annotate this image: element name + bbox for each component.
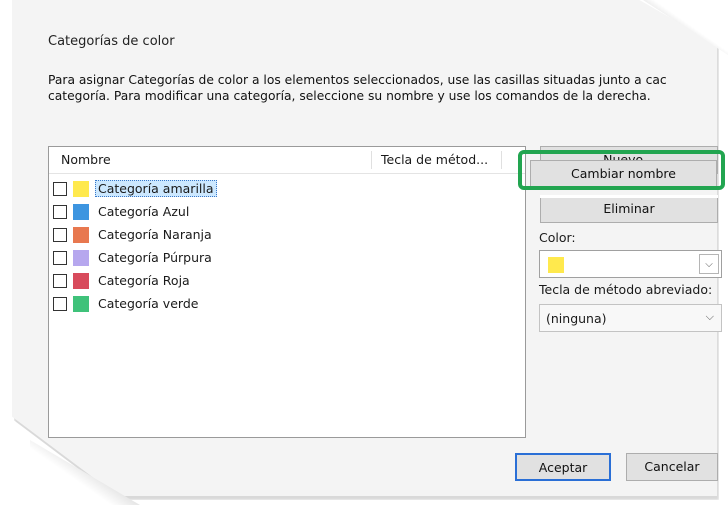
list-item[interactable]: Categoría amarilla — [53, 177, 217, 200]
color-label: Color: — [539, 230, 576, 245]
color-swatch — [73, 272, 89, 289]
category-label[interactable]: Categoría amarilla — [95, 180, 217, 197]
list-item[interactable]: Categoría Púrpura — [53, 246, 217, 269]
list-item[interactable]: Categoría verde — [53, 292, 217, 315]
category-checkbox[interactable] — [53, 181, 67, 196]
column-separator — [501, 151, 502, 169]
category-checkbox[interactable] — [53, 204, 67, 219]
color-picker[interactable]: ⌵ — [539, 250, 722, 278]
selected-color-swatch — [548, 257, 564, 273]
color-swatch — [73, 226, 89, 243]
category-label[interactable]: Categoría verde — [95, 295, 201, 312]
category-label[interactable]: Categoría Naranja — [95, 226, 215, 243]
category-checkbox[interactable] — [53, 227, 67, 242]
color-swatch — [73, 203, 89, 220]
chevron-down-icon[interactable]: ⌵ — [699, 254, 719, 274]
instructions-text: Para asignar Categorías de color a los e… — [48, 72, 718, 104]
column-header-name[interactable]: Nombre — [61, 152, 111, 167]
category-checkbox[interactable] — [53, 296, 67, 311]
color-swatch — [73, 295, 89, 312]
shortcut-label: Tecla de método abreviado: — [539, 282, 713, 297]
shortcut-value: (ninguna) — [546, 311, 607, 326]
category-label[interactable]: Categoría Roja — [95, 272, 193, 289]
category-label[interactable]: Categoría Azul — [95, 203, 192, 220]
color-swatch — [73, 180, 89, 197]
column-separator — [371, 151, 372, 169]
delete-button[interactable]: Eliminar — [540, 195, 718, 223]
category-checkbox[interactable] — [53, 273, 67, 288]
column-header-shortcut[interactable]: Tecla de métod... — [381, 152, 488, 167]
instructions-line-2: categoría. Para modificar una categoría,… — [48, 89, 651, 103]
list-item[interactable]: Categoría Azul — [53, 200, 217, 223]
instructions-line-1: Para asignar Categorías de color a los e… — [48, 73, 667, 87]
list-item[interactable]: Categoría Roja — [53, 269, 217, 292]
category-checkbox[interactable] — [53, 250, 67, 265]
category-label[interactable]: Categoría Púrpura — [95, 249, 215, 266]
dialog-title: Categorías de color — [48, 34, 175, 49]
category-list[interactable]: Nombre Tecla de métod... Categoría amari… — [48, 146, 526, 438]
rename-button-highlight — [518, 150, 725, 190]
accept-button[interactable]: Aceptar — [515, 453, 611, 481]
cancel-button[interactable]: Cancelar — [626, 453, 718, 481]
list-item[interactable]: Categoría Naranja — [53, 223, 217, 246]
color-swatch — [73, 249, 89, 266]
list-header: Nombre Tecla de métod... — [49, 147, 525, 174]
shortcut-select[interactable]: (ninguna) ⌵ — [539, 304, 722, 332]
category-items: Categoría amarilla Categoría Azul Catego… — [53, 177, 217, 315]
chevron-down-icon[interactable]: ⌵ — [706, 310, 714, 324]
